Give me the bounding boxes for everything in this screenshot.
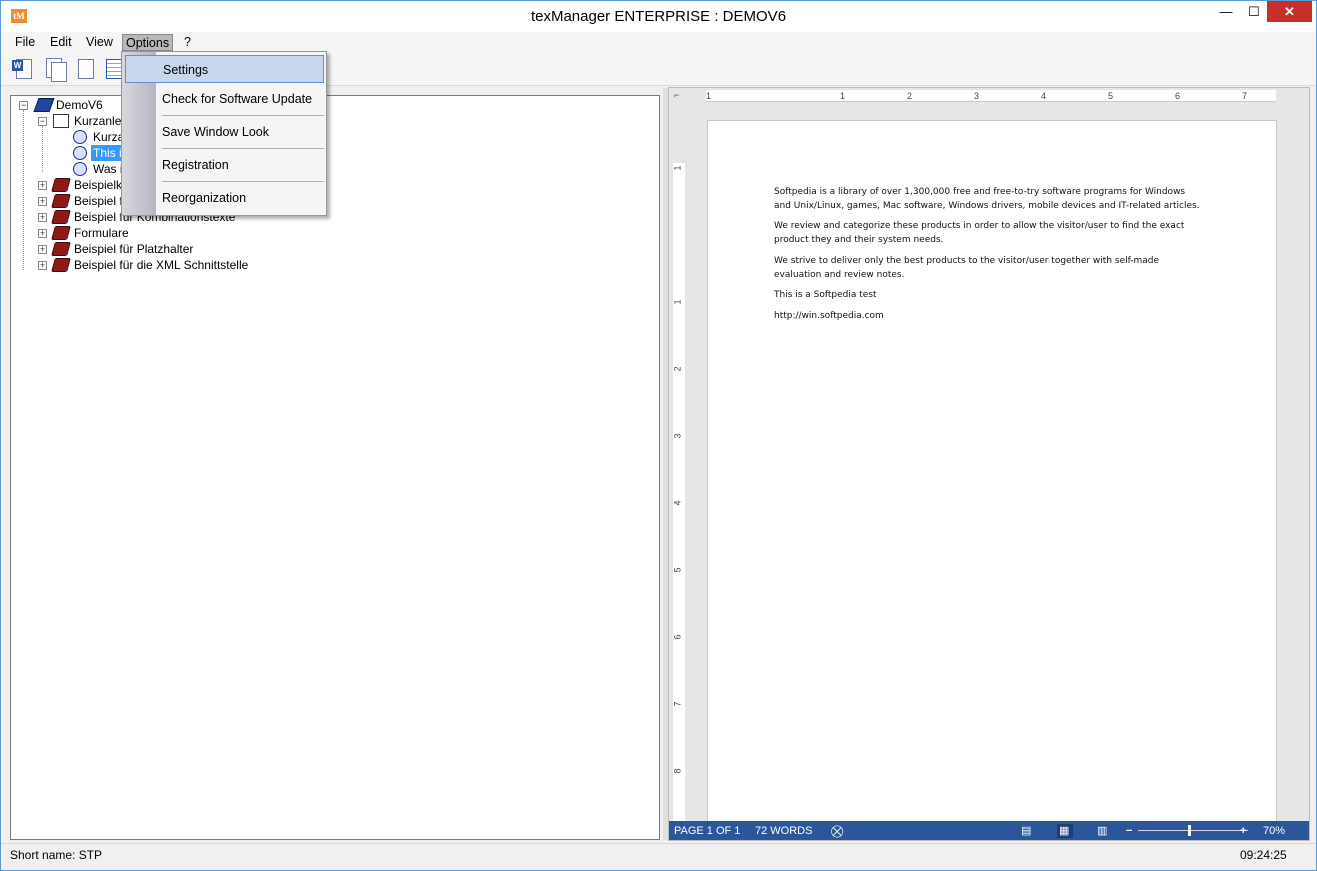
menu-edit[interactable]: Edit [47, 34, 75, 51]
expand-icon[interactable]: + [38, 213, 47, 222]
text-module-icon [73, 130, 87, 144]
database-icon [33, 98, 55, 112]
expand-icon[interactable]: + [38, 197, 47, 206]
zoom-slider[interactable] [1138, 830, 1248, 831]
doc-paragraph[interactable]: Softpedia is a library of over 1,300,000… [774, 186, 1204, 213]
menu-options[interactable]: Options [122, 34, 174, 51]
menu-item-check-update[interactable]: Check for Software Update [125, 85, 324, 113]
text-module-icon [73, 146, 87, 160]
doc-paragraph[interactable]: We strive to deliver only the best produ… [774, 255, 1204, 282]
options-menu-dropdown: Settings Check for Software Update Save … [121, 51, 327, 216]
maximize-button[interactable]: ☐ [1241, 1, 1267, 22]
menu-item-registration[interactable]: Registration [125, 151, 324, 179]
expand-icon[interactable]: + [38, 229, 47, 238]
book-icon [51, 258, 71, 272]
book-icon [51, 210, 71, 224]
book-icon [51, 226, 71, 240]
page-count[interactable]: PAGE 1 OF 1 [674, 821, 740, 840]
doc-paragraph[interactable]: We review and categorize these products … [774, 220, 1204, 247]
open-book-icon [53, 114, 69, 128]
menu-help[interactable]: ? [181, 34, 194, 51]
clock: 09:24:25 [1240, 848, 1287, 862]
collapse-icon[interactable]: − [19, 101, 28, 110]
document-status-bar: PAGE 1 OF 1 72 WORDS ⛒ ▤ ▦ ▥ − + 70% [669, 821, 1309, 840]
word-count[interactable]: 72 WORDS [755, 821, 812, 840]
web-layout-icon[interactable]: ▥ [1095, 824, 1111, 838]
tree-item-label: Kurzanleit [74, 114, 128, 128]
book-icon [51, 194, 71, 208]
zoom-level[interactable]: 70% [1263, 821, 1285, 840]
zoom-slider-thumb[interactable] [1187, 825, 1191, 836]
doc-paragraph[interactable]: http://win.softpedia.com [774, 310, 1204, 324]
tree-pane[interactable]: − DemoV6 − Kurzanleit Kurza This is Was … [10, 95, 660, 840]
app-window: tM texManager ENTERPRISE : DEMOV6 — ☐ ✕ … [0, 0, 1317, 871]
status-bar: Short name: STP 09:24:25 [1, 843, 1316, 870]
document-page[interactable]: Softpedia is a library of over 1,300,000… [707, 120, 1277, 830]
copy-document-icon[interactable] [44, 58, 68, 82]
expand-icon[interactable]: + [38, 261, 47, 270]
expand-icon[interactable]: + [38, 245, 47, 254]
minimize-button[interactable]: — [1213, 1, 1239, 22]
new-document-icon[interactable] [74, 58, 98, 80]
print-layout-icon[interactable]: ▦ [1057, 824, 1073, 838]
zoom-in-button[interactable]: + [1240, 821, 1246, 840]
document-pane[interactable]: ⌐ 1 1 2 3 4 5 6 7 1 1 2 3 4 5 6 7 8 Soft… [668, 87, 1310, 841]
doc-paragraph[interactable]: This is a Softpedia test [774, 289, 1204, 303]
word-document-icon[interactable]: W [12, 58, 36, 80]
read-mode-icon[interactable]: ▤ [1019, 824, 1035, 838]
menu-bar: File Edit View Options ? [1, 32, 1316, 52]
window-title: texManager ENTERPRISE : DEMOV6 [530, 8, 787, 25]
book-icon [51, 178, 71, 192]
close-button[interactable]: ✕ [1267, 1, 1312, 22]
tab-stop-icon[interactable]: ⌐ [674, 90, 686, 102]
menu-view[interactable]: View [83, 34, 116, 51]
book-icon [51, 242, 71, 256]
menu-item-settings[interactable]: Settings [125, 55, 324, 83]
zoom-out-button[interactable]: − [1126, 821, 1132, 840]
menu-item-reorganization[interactable]: Reorganization [125, 184, 324, 212]
expand-icon[interactable]: + [38, 181, 47, 190]
tree-root-label: DemoV6 [56, 98, 103, 112]
horizontal-ruler[interactable]: 1 1 2 3 4 5 6 7 [706, 90, 1276, 102]
short-name-label: Short name: STP [10, 848, 103, 862]
title-bar[interactable]: tM texManager ENTERPRISE : DEMOV6 — ☐ ✕ [1, 1, 1316, 32]
vertical-ruler[interactable]: 1 1 2 3 4 5 6 7 8 [673, 163, 685, 823]
text-module-icon [73, 162, 87, 176]
menu-file[interactable]: File [12, 34, 38, 51]
proofing-icon[interactable]: ⛒ [831, 821, 843, 840]
collapse-icon[interactable]: − [38, 117, 47, 126]
menu-item-save-window-look[interactable]: Save Window Look [125, 118, 324, 146]
